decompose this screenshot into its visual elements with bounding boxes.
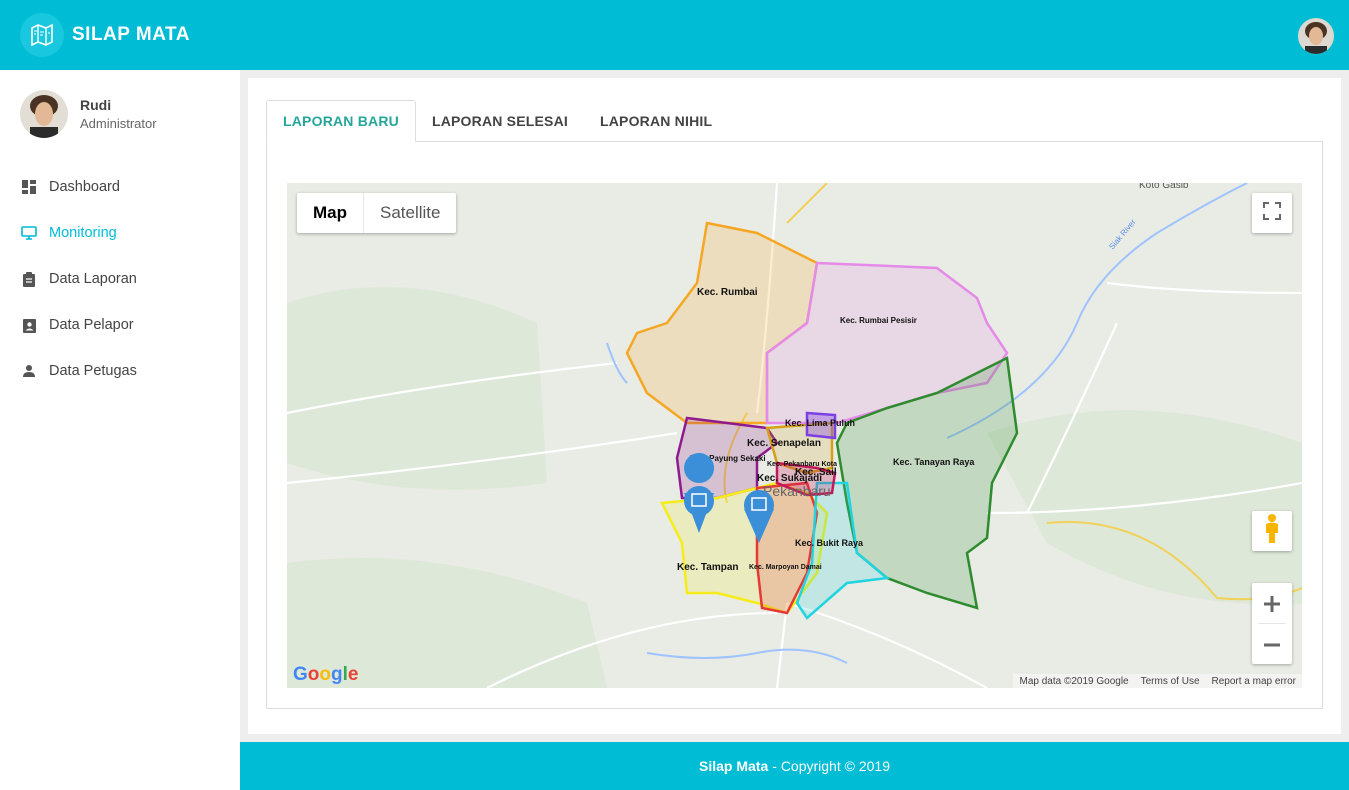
monitor-icon	[21, 225, 37, 241]
main-content: LAPORAN BARU LAPORAN SELESAI LAPORAN NIH…	[248, 78, 1341, 734]
map-canvas[interactable]: Kec. Rumbai Kec. Rumbai Pesisir Kec. Lim…	[287, 183, 1302, 688]
map-logo-icon	[20, 13, 64, 57]
map-type-map-button[interactable]: Map	[297, 193, 364, 233]
person-icon	[21, 363, 37, 379]
map-type-satellite-button[interactable]: Satellite	[364, 193, 456, 233]
avatar[interactable]	[1298, 18, 1334, 54]
app-title: SILAP MATA	[72, 24, 190, 45]
footer-copyright: - Copyright © 2019	[772, 758, 890, 774]
place-label: Koto Gasib	[1139, 183, 1189, 191]
clipboard-icon	[21, 271, 37, 287]
sidebar-item-monitoring[interactable]: Monitoring	[0, 210, 240, 256]
zoom-in-button[interactable]	[1252, 583, 1292, 623]
top-app-bar: SILAP MATA	[0, 0, 1349, 70]
map-type-control: Map Satellite	[297, 193, 457, 233]
street-view-button[interactable]	[1252, 511, 1292, 551]
dashboard-icon	[21, 179, 37, 195]
sidebar-item-dashboard[interactable]: Dashboard	[0, 164, 240, 210]
tab-laporan-selesai[interactable]: LAPORAN SELESAI	[416, 100, 584, 142]
sidebar-menu: Dashboard Monitoring Data Laporan Data P…	[0, 164, 240, 394]
district-label: Kec. Senapelan	[747, 438, 821, 449]
plus-icon	[1263, 587, 1281, 620]
district-label: Kec. Lima Puluh	[785, 418, 855, 428]
report-tabs: LAPORAN BARU LAPORAN SELESAI LAPORAN NIH…	[266, 100, 728, 142]
map-data-text: Map data ©2019 Google	[1019, 675, 1129, 687]
zoom-out-button[interactable]	[1252, 624, 1292, 664]
report-map-error-link[interactable]: Report a map error	[1212, 676, 1296, 687]
sidebar-item-label: Data Petugas	[49, 363, 137, 379]
user-name: Rudi	[80, 97, 112, 113]
district-label: Kec. Rumbai Pesisir	[840, 316, 917, 325]
footer: Silap Mata - Copyright © 2019	[240, 742, 1349, 790]
district-label: Kec. Tanayan Raya	[893, 457, 975, 467]
google-logo[interactable]: Google	[293, 664, 358, 686]
tab-laporan-nihil[interactable]: LAPORAN NIHIL	[584, 100, 728, 142]
fullscreen-icon	[1263, 201, 1281, 225]
district-label: Kec. Marpoyan Damai	[749, 564, 822, 571]
district-label: Kec. Bukit Raya	[795, 538, 864, 548]
map-attribution: Map data ©2019 Google Terms of Use Repor…	[1013, 674, 1302, 688]
avatar	[20, 90, 68, 138]
user-profile: Rudi Administrator	[20, 90, 157, 138]
tab-laporan-baru[interactable]: LAPORAN BARU	[266, 100, 416, 142]
brand[interactable]: SILAP MATA	[20, 13, 190, 57]
district-label: Kec. Rumbai	[697, 287, 758, 298]
sidebar-item-label: Monitoring	[49, 225, 117, 241]
terms-of-use-link[interactable]: Terms of Use	[1141, 676, 1200, 687]
district-label: Kec. Tampan	[677, 562, 739, 573]
sidebar-item-label: Data Laporan	[49, 271, 137, 287]
sidebar-item-label: Data Pelapor	[49, 317, 134, 333]
monitoring-map[interactable]: Kec. Rumbai Kec. Rumbai Pesisir Kec. Lim…	[287, 183, 1302, 688]
sidebar-item-data-laporan[interactable]: Data Laporan	[0, 256, 240, 302]
minus-icon	[1263, 628, 1281, 661]
zoom-control	[1252, 583, 1292, 664]
fullscreen-button[interactable]	[1252, 193, 1292, 233]
sidebar-item-data-petugas[interactable]: Data Petugas	[0, 348, 240, 394]
tab-panel: Kec. Rumbai Kec. Rumbai Pesisir Kec. Lim…	[266, 141, 1323, 709]
pegman-icon	[1264, 513, 1280, 549]
user-role: Administrator	[80, 116, 157, 131]
contact-badge-icon	[21, 317, 37, 333]
city-label: Pekanbaru	[763, 483, 831, 499]
sidebar: Rudi Administrator Dashboard Monitoring …	[0, 70, 240, 790]
sidebar-item-data-pelapor[interactable]: Data Pelapor	[0, 302, 240, 348]
sidebar-item-label: Dashboard	[49, 179, 120, 195]
footer-brand: Silap Mata	[699, 758, 769, 774]
